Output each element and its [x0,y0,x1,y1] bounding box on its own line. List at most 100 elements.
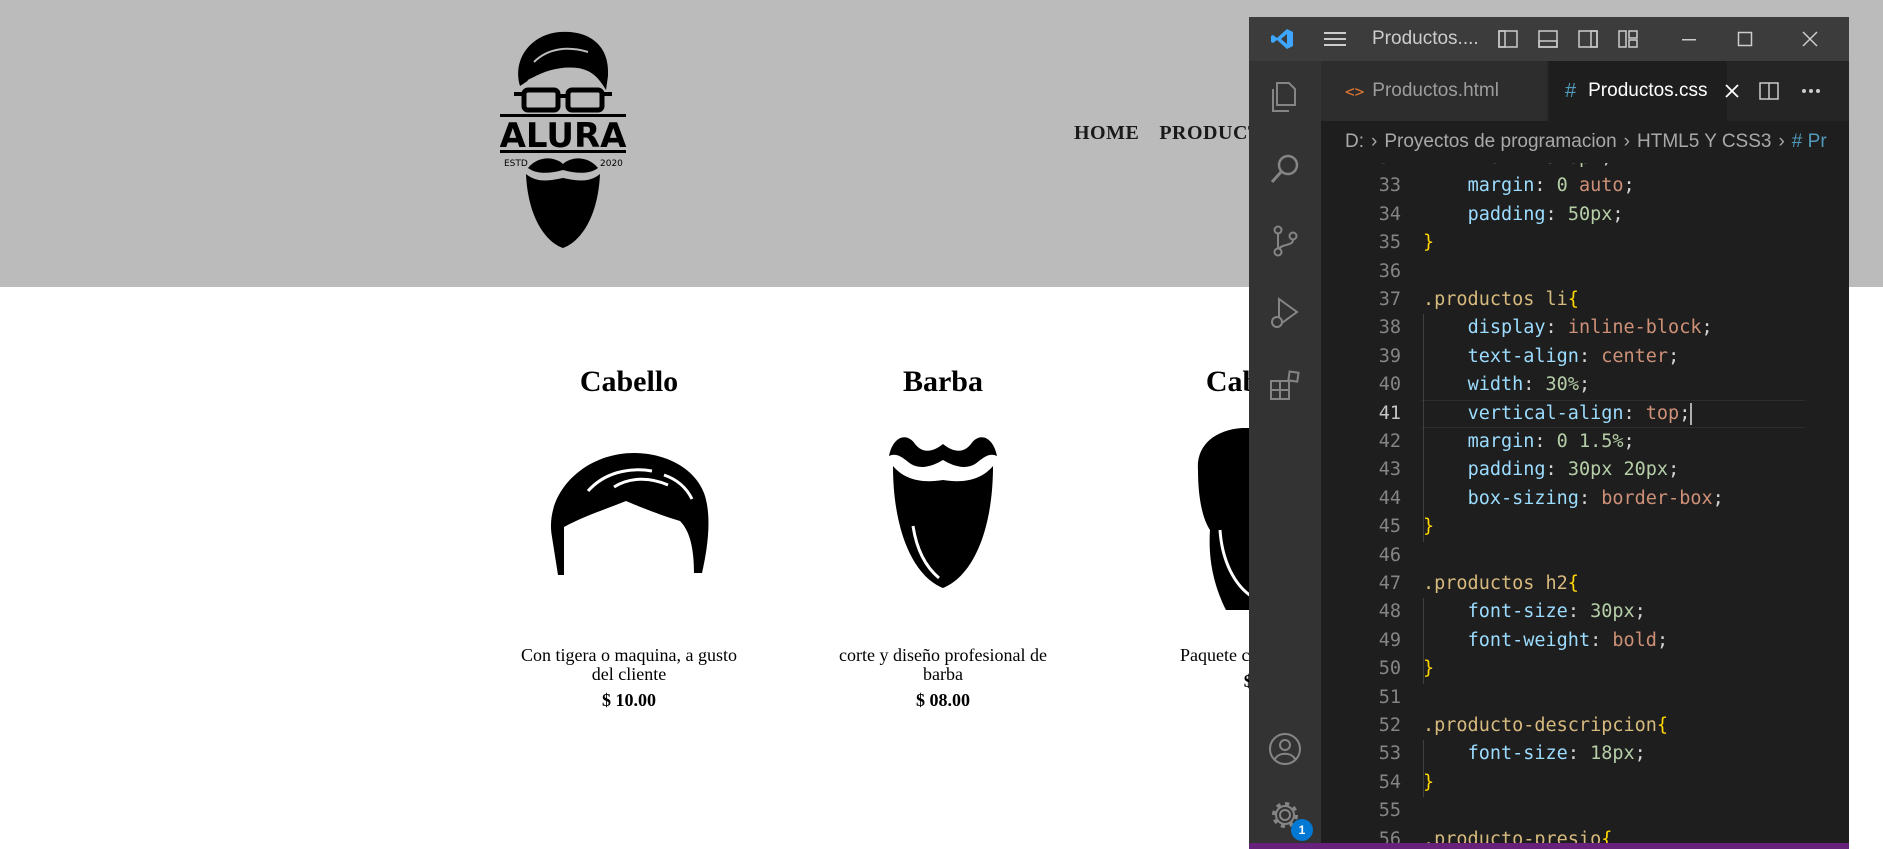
split-editor-icon[interactable] [1759,81,1779,101]
status-bar [1249,843,1849,849]
code-line[interactable]: 35} [1321,229,1849,257]
indent-guide [1423,314,1424,542]
notification-badge: 1 [1291,819,1313,841]
line-number: 37 [1378,289,1401,310]
code-line[interactable]: 37 .productos li{ [1321,286,1849,314]
customize-layout-icon[interactable] [1613,17,1643,61]
code-line[interactable]: 32 width: 940px; [1321,163,1849,172]
code-line[interactable]: 52 .producto-descripcion{ [1321,712,1849,740]
code-line[interactable]: 46 [1321,542,1849,570]
code-text: padding: 30px 20px; [1467,459,1680,481]
product-price: $ 10.00 [602,690,656,710]
search-icon[interactable] [1249,133,1321,205]
manage-gear-icon[interactable] [1249,779,1321,849]
code-editor[interactable]: 32 width: 940px;33 margin: 0 auto;34 pad… [1321,163,1849,849]
tab-label: Productos.html [1372,80,1499,101]
code-text: width: 30%; [1467,374,1591,396]
logo-estd: ESTD [504,159,528,169]
account-icon[interactable] [1249,713,1321,785]
code-line[interactable]: 50} [1321,655,1849,683]
code-line[interactable]: 48 font-size: 30px; [1321,598,1849,626]
product-description: corte y diseño profesional de barba [839,645,1047,684]
vscode-logo-icon [1259,17,1305,61]
code-text: .productos h2{ [1423,573,1579,594]
product-title: Cabello [579,365,679,398]
code-text: margin: 0 auto; [1467,175,1635,197]
code-text: } [1423,516,1435,538]
product-title: Barba [902,365,983,398]
tab-productos-html[interactable]: <> Productos.html [1321,61,1547,121]
code-text: } [1423,771,1435,793]
code-line[interactable]: 45} [1321,513,1849,541]
line-number: 49 [1378,629,1401,651]
run-debug-icon[interactable] [1249,277,1321,349]
code-line[interactable]: 41 vertical-align: top; [1321,399,1849,428]
nav-home[interactable]: HOME [1074,122,1139,145]
code-line[interactable]: 36 [1321,258,1849,286]
code-line[interactable]: 34 padding: 50px; [1321,201,1849,229]
code-line[interactable]: 40 width: 30%; [1321,371,1849,399]
source-control-icon[interactable] [1249,205,1321,277]
vscode-window: Productos.... 1 <> Productos.html # Prod… [1249,17,1849,849]
code-line[interactable]: 53 font-size: 18px; [1321,740,1849,768]
menu-icon[interactable] [1315,17,1355,61]
breadcrumb-item[interactable]: # Pr [1792,131,1827,153]
code-text: font-weight: bold; [1467,629,1669,651]
close-tab-icon[interactable] [1725,84,1740,98]
line-number: 39 [1378,345,1401,367]
explorer-icon[interactable] [1249,61,1321,133]
code-text: vertical-align: top; [1467,402,1693,425]
product-description: Con tigera o maquina, a gusto del client… [521,645,737,684]
toggle-panel-icon[interactable] [1533,17,1563,61]
code-line[interactable]: 43 padding: 30px 20px; [1321,456,1849,484]
minimize-icon[interactable] [1661,17,1717,61]
more-actions-icon[interactable] [1801,88,1821,94]
code-line[interactable]: 55 [1321,797,1849,825]
code-line[interactable]: 49 font-weight: bold; [1321,627,1849,655]
maximize-icon[interactable] [1717,17,1773,61]
tab-label: Productos.css [1588,80,1708,101]
code-line[interactable]: 39 text-align: center; [1321,343,1849,371]
code-line[interactable]: 51 [1321,684,1849,712]
breadcrumb-item[interactable]: Proyectos de programacion [1384,131,1616,153]
code-line[interactable]: 47 .productos h2{ [1321,570,1849,598]
line-number: 40 [1378,374,1401,396]
alura-logo[interactable]: ALURA ESTD 2020 [498,28,628,250]
line-number: 51 [1378,686,1401,708]
html-file-icon: <> [1345,81,1365,101]
line-number: 55 [1378,800,1401,822]
chevron-right-icon: › [1623,131,1630,152]
nav-productos[interactable]: PRODUCT [1159,122,1261,145]
indent-guide [1423,740,1424,798]
code-text: .productos li{ [1423,289,1579,310]
toggle-secondary-sidebar-icon[interactable] [1573,17,1603,61]
toggle-primary-sidebar-icon[interactable] [1493,17,1523,61]
editor-tabs: <> Productos.html # Productos.css [1321,61,1849,121]
code-text: box-sizing: border-box; [1467,487,1724,509]
line-number: 41 [1378,402,1401,424]
tab-actions [1759,61,1821,121]
breadcrumb-item[interactable]: D: [1345,131,1364,153]
css-file-icon: # [1565,79,1577,102]
extensions-icon[interactable] [1249,349,1321,421]
code-text: font-size: 30px; [1467,601,1646,623]
code-line[interactable]: 54} [1321,769,1849,797]
code-line[interactable]: 38 display: inline-block; [1321,314,1849,342]
line-number: 33 [1378,175,1401,197]
line-number: 48 [1378,601,1401,623]
code-line[interactable]: 44 box-sizing: border-box; [1321,485,1849,513]
code-text: } [1423,658,1435,680]
code-line[interactable]: 42 margin: 0 1.5%; [1321,428,1849,456]
product-card-cabello: Cabello Con tigera o maquina, a gusto de… [504,362,754,711]
chevron-right-icon: › [1371,131,1378,152]
tab-productos-css[interactable]: # Productos.css [1549,61,1740,121]
beard-icon [818,410,1068,610]
breadcrumb-item[interactable]: HTML5 Y CSS3 [1637,131,1771,153]
logo-text: ALURA [500,116,628,156]
close-window-icon[interactable] [1775,17,1845,61]
code-text: text-align: center; [1467,345,1680,367]
code-text: .producto-descripcion{ [1423,715,1669,736]
code-text: display: inline-block; [1467,317,1713,339]
hair-icon [504,410,754,610]
code-line[interactable]: 33 margin: 0 auto; [1321,172,1849,200]
